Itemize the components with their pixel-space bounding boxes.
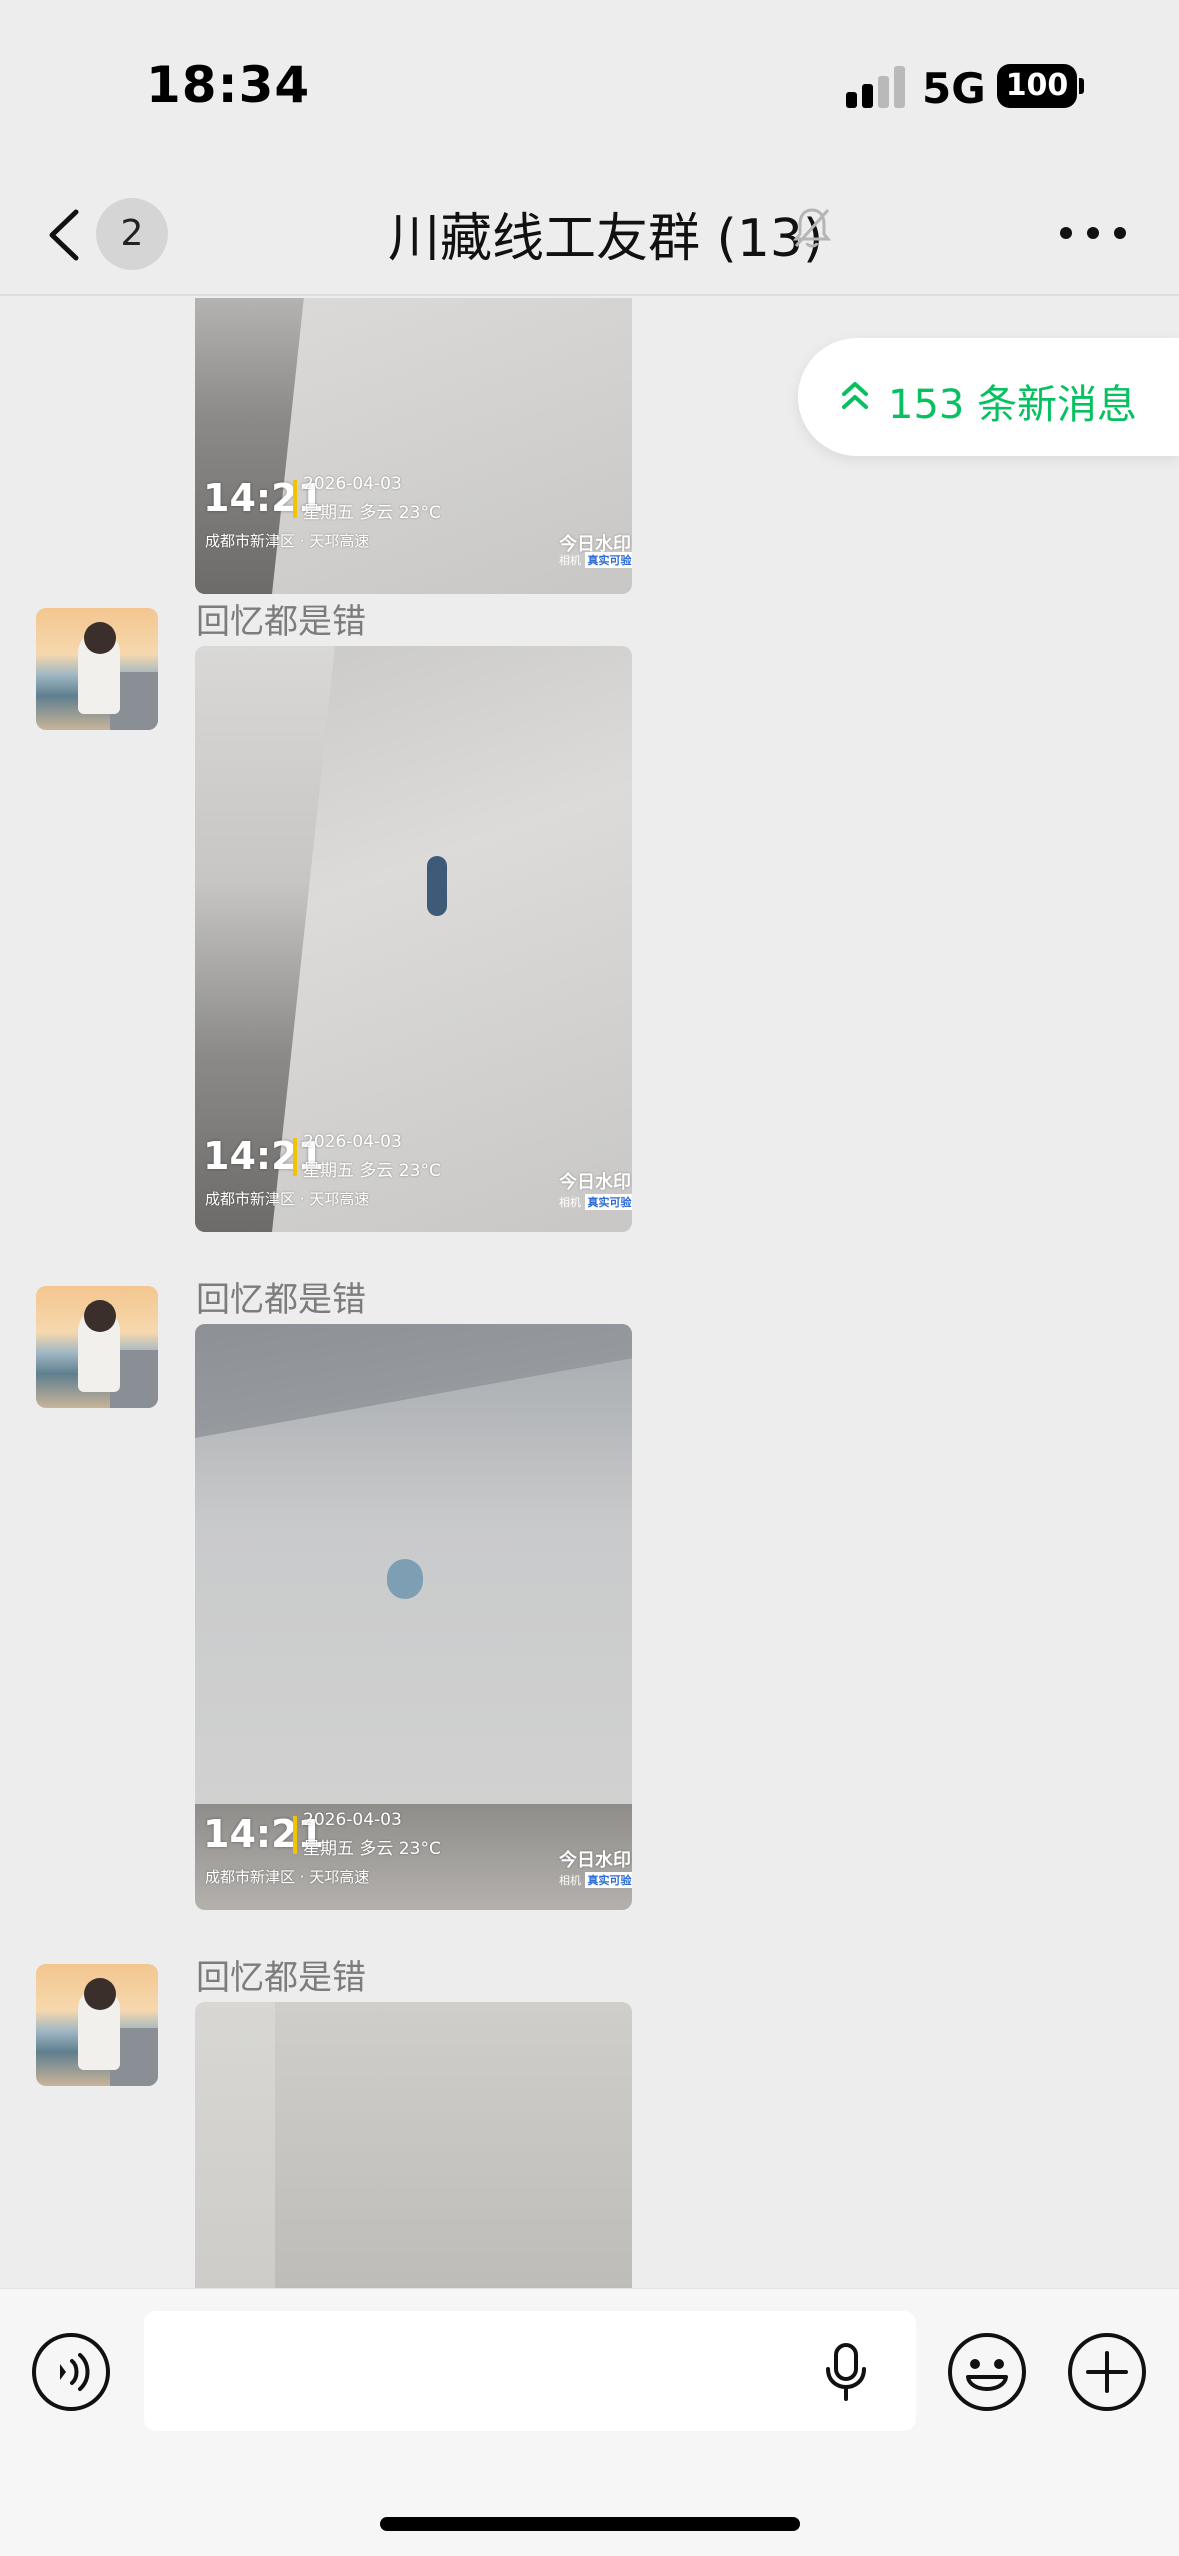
microphone-icon[interactable] (822, 2341, 870, 2403)
watermark-date: 2026-04-03 (303, 474, 402, 494)
unread-count-badge: 2 (96, 198, 168, 270)
watermark-tag-label: 真实可验 (584, 1872, 632, 1888)
avatar[interactable] (36, 1964, 158, 2086)
avatar-head (84, 1978, 116, 2010)
photo-mark (427, 856, 447, 916)
plus-icon[interactable] (1066, 2331, 1148, 2413)
watermark-location: 成都市新津区 · 天邛高速 (205, 532, 370, 550)
sender-name: 回忆都是错 (196, 602, 366, 642)
chevron-left-icon (49, 209, 79, 261)
image-message[interactable]: 14:21 2026-04-03 星期五 多云 23°C 成都市新津区 · 天邛… (195, 298, 632, 594)
watermark-date: 2026-04-03 (303, 1132, 402, 1152)
battery-nub (1079, 78, 1084, 94)
image-message[interactable] (195, 2002, 632, 2288)
watermark-weather: 星期五 多云 23°C (303, 503, 441, 523)
watermark-tag-label: 真实可验 (584, 1194, 632, 1210)
image-message[interactable]: 14:21 2026-04-03 星期五 多云 23°C 成都市新津区 · 天邛… (195, 1324, 632, 1910)
watermark-tag-prefix: 相机 (559, 1874, 581, 1887)
new-messages-label: 153 条新消息 (888, 382, 1138, 428)
chat-header: 2 川藏线工友群 (13) (0, 170, 1179, 296)
double-chevron-up-icon (842, 382, 868, 409)
watermark-weather: 星期五 多云 23°C (303, 1839, 441, 1859)
avatar-head (84, 622, 116, 654)
message-list[interactable]: 14:21 2026-04-03 星期五 多云 23°C 成都市新津区 · 天邛… (0, 298, 1179, 2288)
mute-bell-icon (792, 208, 832, 248)
image-message[interactable]: 14:21 2026-04-03 星期五 多云 23°C 成都市新津区 · 天邛… (195, 646, 632, 1232)
photo-wall (195, 2002, 275, 2288)
battery-icon: 100 (997, 64, 1077, 108)
voice-mode-icon[interactable] (30, 2331, 112, 2413)
watermark-tag: 相机 真实可验 (559, 1194, 632, 1210)
watermark-weather: 星期五 多云 23°C (303, 1161, 441, 1181)
watermark-brand: 今日水印 (559, 1172, 631, 1193)
more-options-button[interactable] (1058, 218, 1128, 248)
new-messages-button[interactable]: 153 条新消息 (798, 338, 1179, 456)
watermark-tag: 相机 真实可验 (559, 552, 632, 568)
watermark-tag-prefix: 相机 (559, 554, 581, 567)
back-button[interactable]: 2 (40, 196, 180, 272)
avatar-head (84, 1300, 116, 1332)
avatar[interactable] (36, 608, 158, 730)
watermark-date: 2026-04-03 (303, 1810, 402, 1830)
sender-name: 回忆都是错 (196, 1958, 366, 1998)
cellular-signal-icon (846, 66, 906, 108)
more-dot-icon (1114, 227, 1126, 239)
status-time: 18:34 (146, 56, 311, 114)
photo-ceiling (195, 1324, 632, 1438)
status-bar: 18:34 5G 100 (0, 0, 1179, 170)
watermark-tag-label: 真实可验 (584, 552, 632, 568)
avatar[interactable] (36, 1286, 158, 1408)
photo-mark (387, 1559, 423, 1599)
watermark-tag: 相机 真实可验 (559, 1872, 632, 1888)
watermark-brand: 今日水印 (559, 1850, 631, 1871)
watermark-divider (293, 1138, 297, 1176)
network-type: 5G (922, 64, 986, 113)
more-dot-icon (1060, 227, 1072, 239)
more-dot-icon (1087, 227, 1099, 239)
message-input[interactable] (144, 2311, 916, 2431)
watermark-location: 成都市新津区 · 天邛高速 (205, 1190, 370, 1208)
sender-name: 回忆都是错 (196, 1280, 366, 1320)
input-bar (0, 2288, 1179, 2556)
watermark-divider (293, 1816, 297, 1854)
home-indicator (380, 2517, 800, 2531)
chat-title: 川藏线工友群 (13) (388, 209, 824, 269)
watermark-divider (293, 480, 297, 518)
emoji-icon[interactable] (946, 2331, 1028, 2413)
watermark-location: 成都市新津区 · 天邛高速 (205, 1868, 370, 1886)
watermark-tag-prefix: 相机 (559, 1196, 581, 1209)
